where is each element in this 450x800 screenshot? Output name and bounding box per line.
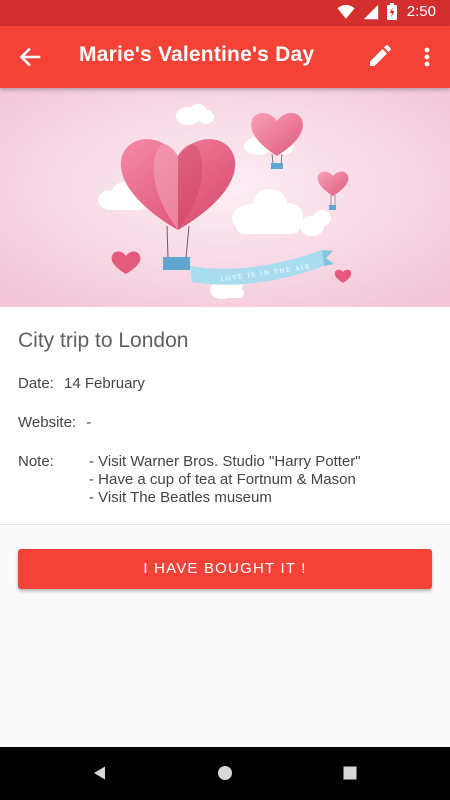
offer-title: City trip to London [18, 329, 189, 352]
offer-card: City trip to London Date: 14 February We… [0, 307, 450, 525]
status-time: 2:50 [406, 3, 436, 20]
date-row: Date: 14 February [18, 375, 145, 392]
date-label: Date: [18, 375, 54, 392]
more-vert-icon[interactable] [412, 42, 442, 72]
app-bar: Marie's Valentine's Day [0, 26, 450, 88]
heart-balloons-illustration: LOVE IS IN THE AIR [0, 88, 450, 307]
arrow-left-icon[interactable] [14, 41, 46, 73]
note-line: - Visit Warner Bros. Studio "Harry Potte… [89, 453, 361, 470]
system-nav-bar [0, 747, 450, 800]
note-row: Note: - Visit Warner Bros. Studio "Harry… [18, 453, 361, 506]
bought-button[interactable]: I HAVE BOUGHT IT ! [18, 549, 432, 589]
home-circle-icon[interactable] [215, 763, 235, 783]
status-icons: 2:50 [337, 3, 436, 20]
status-bar: 2:50 [0, 0, 450, 26]
website-value: - [86, 414, 92, 431]
battery-charging-icon [386, 3, 397, 20]
hero-image: LOVE IS IN THE AIR [0, 88, 450, 307]
signal-icon [363, 4, 379, 20]
note-line: - Visit The Beatles museum [89, 489, 272, 506]
pencil-icon[interactable] [364, 42, 394, 72]
recents-square-icon[interactable] [340, 763, 360, 783]
note-lines: - Visit Warner Bros. Studio "Harry Potte… [89, 453, 361, 507]
website-label: Website: [18, 414, 77, 431]
back-triangle-icon[interactable] [90, 763, 110, 783]
note-line: - Have a cup of tea at Fortnum & Mason [89, 471, 356, 488]
date-value: 14 February [64, 375, 145, 392]
website-row: Website: - [18, 414, 91, 431]
page-title: Marie's Valentine's Day [79, 43, 315, 66]
wifi-icon [337, 4, 355, 20]
note-label: Note: [18, 453, 54, 470]
